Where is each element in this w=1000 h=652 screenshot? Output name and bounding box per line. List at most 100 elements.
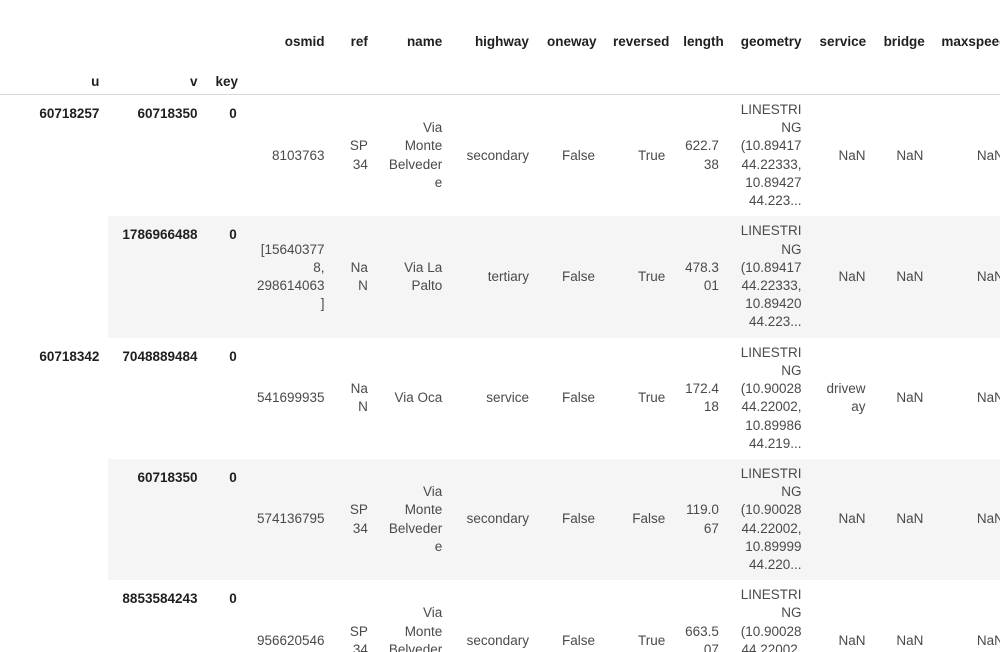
table-body: 60718257 60718350 0 8103763 SP34 Via Monte Be… bbox=[0, 94, 1000, 652]
index-name-spacer-oneway bbox=[537, 54, 605, 95]
cell-osmid: [156403778, 298614063] bbox=[245, 216, 334, 338]
index-name-spacer-highway bbox=[451, 54, 538, 95]
cell-osmid: 574136795 bbox=[245, 458, 334, 581]
row-index-u: 60718342 bbox=[0, 337, 109, 459]
cell-highway: secondary bbox=[451, 458, 538, 581]
index-name-spacer-service bbox=[810, 54, 875, 95]
cell-name: Via Monte Belvedere bbox=[376, 580, 452, 652]
row-index-u: 60718257 bbox=[0, 94, 109, 217]
row-index-key: 0 bbox=[206, 458, 246, 581]
cell-geometry: LINESTRING (10.89417 44.22333, 10.89420 … bbox=[727, 216, 811, 338]
table-row[interactable]: 60718350 0 574136795 SP34 Via Monte Belveder… bbox=[0, 458, 1000, 581]
column-header-reversed[interactable]: reversed bbox=[604, 0, 675, 54]
column-header-ref[interactable]: ref bbox=[333, 0, 377, 54]
cell-maxspeed: NaN bbox=[932, 337, 1000, 459]
row-index-u bbox=[0, 216, 109, 338]
cell-service: NaN bbox=[810, 94, 875, 217]
cell-bridge: NaN bbox=[874, 580, 933, 652]
cell-highway: secondary bbox=[451, 580, 538, 652]
cell-oneway: False bbox=[537, 94, 605, 217]
index-name-spacer-length bbox=[674, 54, 728, 95]
cell-geometry: LINESTRING (10.89417 44.22333, 10.89427 … bbox=[727, 94, 811, 217]
index-name-spacer-osmid bbox=[245, 54, 334, 95]
row-index-u bbox=[0, 458, 109, 581]
cell-bridge: NaN bbox=[874, 458, 933, 581]
cell-bridge: NaN bbox=[874, 337, 933, 459]
column-header-spacer-u bbox=[0, 0, 109, 54]
row-index-v: 7048889484 bbox=[108, 337, 207, 459]
cell-bridge: NaN bbox=[874, 216, 933, 338]
cell-reversed: True bbox=[604, 94, 675, 217]
cell-osmid: 8103763 bbox=[245, 94, 334, 217]
cell-osmid: 541699935 bbox=[245, 337, 334, 459]
column-header-maxspeed[interactable]: maxspeed bbox=[932, 0, 1000, 54]
cell-oneway: False bbox=[537, 580, 605, 652]
cell-maxspeed: NaN bbox=[932, 458, 1000, 581]
cell-service: NaN bbox=[810, 580, 875, 652]
column-header-osmid[interactable]: osmid bbox=[245, 0, 334, 54]
cell-oneway: False bbox=[537, 337, 605, 459]
index-name-spacer-bridge bbox=[874, 54, 933, 95]
index-name-key: key bbox=[206, 54, 246, 95]
row-index-key: 0 bbox=[206, 337, 246, 459]
row-index-v: 1786966488 bbox=[108, 216, 207, 338]
cell-reversed: True bbox=[604, 337, 675, 459]
cell-reversed: False bbox=[604, 458, 675, 581]
table-row[interactable]: 60718342 7048889484 0 541699935 NaN Via Oca se… bbox=[0, 337, 1000, 459]
index-name-spacer-reversed bbox=[604, 54, 675, 95]
cell-geometry: LINESTRING (10.90028 44.22002, 10.89986 … bbox=[727, 337, 811, 459]
cell-ref: SP34 bbox=[333, 94, 377, 217]
cell-ref: SP34 bbox=[333, 580, 377, 652]
row-index-key: 0 bbox=[206, 94, 246, 217]
cell-length: 172.418 bbox=[674, 337, 728, 459]
cell-name: Via Monte Belvedere bbox=[376, 458, 452, 581]
table-header: osmid ref name highway oneway reversed l… bbox=[0, 0, 1000, 95]
index-name-spacer-name bbox=[376, 54, 452, 95]
column-header-service[interactable]: service bbox=[810, 0, 875, 54]
cell-service: driveway bbox=[810, 337, 875, 459]
column-header-highway[interactable]: highway bbox=[451, 0, 538, 54]
cell-highway: secondary bbox=[451, 94, 538, 217]
column-header-geometry[interactable]: geometry bbox=[727, 0, 811, 54]
table-row[interactable]: 1786966488 0 [156403778, 298614063] NaN Via … bbox=[0, 216, 1000, 338]
cell-length: 663.507 bbox=[674, 580, 728, 652]
dataframe-viewport[interactable]: osmid ref name highway oneway reversed l… bbox=[0, 0, 1000, 652]
cell-ref: SP34 bbox=[333, 458, 377, 581]
cell-maxspeed: NaN bbox=[932, 580, 1000, 652]
cell-length: 478.301 bbox=[674, 216, 728, 338]
index-name-spacer-geometry bbox=[727, 54, 811, 95]
table-row[interactable]: 8853584243 0 956620546 SP34 Via Monte Belved… bbox=[0, 580, 1000, 652]
cell-name: Via La Palto bbox=[376, 216, 452, 338]
cell-bridge: NaN bbox=[874, 94, 933, 217]
column-header-length[interactable]: length bbox=[674, 0, 728, 54]
row-index-v: 60718350 bbox=[108, 94, 207, 217]
cell-geometry: LINESTRING (10.90028 44.22002, 10.90078 … bbox=[727, 580, 811, 652]
row-index-key: 0 bbox=[206, 580, 246, 652]
column-header-spacer-key bbox=[206, 0, 246, 54]
row-index-u bbox=[0, 580, 109, 652]
index-name-row: u v key bbox=[0, 54, 1000, 95]
column-header-name[interactable]: name bbox=[376, 0, 452, 54]
cell-reversed: True bbox=[604, 216, 675, 338]
cell-highway: service bbox=[451, 337, 538, 459]
row-index-key: 0 bbox=[206, 216, 246, 338]
cell-length: 622.738 bbox=[674, 94, 728, 217]
cell-maxspeed: NaN bbox=[932, 94, 1000, 217]
cell-oneway: False bbox=[537, 458, 605, 581]
index-name-u: u bbox=[0, 54, 109, 95]
column-header-oneway[interactable]: oneway bbox=[537, 0, 605, 54]
row-index-v: 60718350 bbox=[108, 458, 207, 581]
cell-ref: NaN bbox=[333, 337, 377, 459]
row-index-v: 8853584243 bbox=[108, 580, 207, 652]
column-header-bridge[interactable]: bridge bbox=[874, 0, 933, 54]
cell-name: Via Oca bbox=[376, 337, 452, 459]
cell-ref: NaN bbox=[333, 216, 377, 338]
index-name-spacer-maxspeed bbox=[932, 54, 1000, 95]
cell-oneway: False bbox=[537, 216, 605, 338]
dataframe-table: osmid ref name highway oneway reversed l… bbox=[0, 0, 1000, 652]
cell-highway: tertiary bbox=[451, 216, 538, 338]
column-header-row: osmid ref name highway oneway reversed l… bbox=[0, 0, 1000, 54]
index-name-spacer-ref bbox=[333, 54, 377, 95]
cell-maxspeed: NaN bbox=[932, 216, 1000, 338]
table-row[interactable]: 60718257 60718350 0 8103763 SP34 Via Monte Be… bbox=[0, 94, 1000, 217]
